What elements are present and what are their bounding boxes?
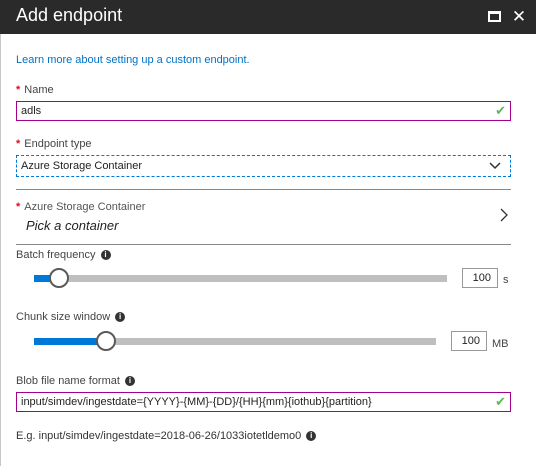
valid-check-icon: ✔	[495, 103, 506, 118]
info-icon[interactable]: i	[115, 312, 126, 323]
required-marker: *	[16, 201, 21, 213]
required-marker: *	[16, 84, 21, 96]
chunk-size-slider-thumb[interactable]	[96, 331, 116, 351]
blob-format-input-value: input/simdev/ingestdate={YYYY}-{MM}-{DD}…	[21, 396, 372, 408]
info-icon[interactable]: i	[100, 250, 111, 261]
chunk-size-label-text: Chunk size window	[16, 311, 111, 323]
blade-border	[0, 34, 1, 466]
info-icon[interactable]: i	[124, 376, 135, 387]
valid-check-icon: ✔	[495, 394, 506, 409]
example-text: E.g. input/simdev/ingestdate=2018-06-26/…	[16, 430, 317, 442]
chunk-size-unit: MB	[492, 338, 509, 350]
batch-frequency-label-text: Batch frequency	[16, 249, 96, 261]
chunk-size-label: Chunk size window i	[16, 311, 126, 323]
info-icon[interactable]: i	[306, 431, 317, 442]
endpoint-type-label: * Endpoint type	[16, 138, 92, 150]
batch-frequency-unit: s	[503, 274, 509, 286]
close-icon[interactable]: ✕	[509, 6, 529, 26]
endpoint-type-selected: Azure Storage Container	[21, 160, 143, 172]
endpoint-type-label-text: Endpoint type	[24, 138, 92, 150]
chunk-size-value: 100	[461, 335, 480, 347]
divider	[16, 244, 511, 245]
name-input[interactable]: adls ✔	[16, 101, 511, 121]
batch-frequency-input[interactable]: 100	[462, 268, 498, 288]
blob-format-input[interactable]: input/simdev/ingestdate={YYYY}-{MM}-{DD}…	[16, 392, 511, 412]
required-marker: *	[16, 138, 21, 150]
batch-frequency-value: 100	[472, 272, 491, 284]
chunk-size-input[interactable]: 100	[451, 331, 487, 351]
divider	[16, 189, 511, 190]
name-label-text: Name	[24, 84, 54, 96]
batch-frequency-slider-track[interactable]	[34, 275, 447, 282]
name-label: * Name	[16, 84, 54, 96]
container-picker-value[interactable]: Pick a container	[26, 218, 119, 233]
maximize-icon[interactable]	[484, 6, 504, 26]
blade-header: Add endpoint ✕	[0, 0, 536, 34]
batch-frequency-label: Batch frequency i	[16, 249, 111, 261]
name-input-value: adls	[21, 105, 42, 117]
batch-frequency-slider-thumb[interactable]	[49, 268, 69, 288]
blade-title: Add endpoint	[16, 5, 123, 25]
container-picker-label: * Azure Storage Container	[16, 201, 145, 213]
endpoint-type-dropdown[interactable]: Azure Storage Container	[16, 155, 511, 177]
learn-more-link[interactable]: Learn more about setting up a custom end…	[16, 54, 250, 66]
chevron-right-icon[interactable]	[498, 207, 510, 223]
chevron-down-icon	[489, 162, 501, 170]
container-picker-label-text: Azure Storage Container	[24, 201, 146, 213]
blob-format-label-text: Blob file name format	[16, 375, 120, 387]
blob-format-label: Blob file name format i	[16, 375, 135, 387]
example-text-value: E.g. input/simdev/ingestdate=2018-06-26/…	[16, 430, 302, 442]
